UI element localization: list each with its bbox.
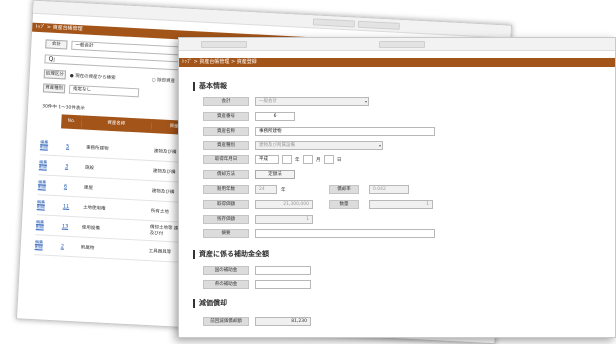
asset-register-window: ﾄｯﾌﾟ > 資産台帳管理 > 資産登録 基本情報 会計 一般会計 ▾ 資産番号… [178, 37, 616, 338]
remarks-label: 摘要 [203, 229, 249, 238]
breadcrumb: ﾄｯﾌﾟ > 資産台帳管理 > 資産登録 [179, 58, 615, 67]
radio-disposed-label: 除却資産 [156, 78, 176, 85]
month-unit: 月 [316, 158, 321, 163]
residual-value-input[interactable]: 1 [255, 215, 313, 224]
row-no[interactable]: 11 [63, 204, 70, 210]
header-blank [41, 113, 62, 129]
asset-type-select[interactable]: 建物及び附属設備 ▾ [255, 141, 383, 150]
row-edit-link[interactable]: 編集 削除 [37, 199, 50, 210]
radio-current-label: 現在の資産から検索 [74, 73, 116, 82]
row-category: 建物及び構 [152, 169, 176, 176]
shisan-shubetsu-value: 指定なし [72, 86, 92, 93]
toolbar-button[interactable] [357, 20, 400, 30]
depreciation-method-label: 償却方法 [203, 170, 249, 179]
row-no[interactable]: 2 [61, 243, 64, 249]
acquisition-price-label: 取得価額 [203, 200, 249, 209]
row-no[interactable]: 5 [66, 144, 69, 150]
prefecture-subsidy-input[interactable] [255, 280, 311, 289]
quantity-input[interactable]: 1 [369, 200, 433, 209]
chevron-down-icon: ▾ [364, 99, 367, 104]
row-category: 建物及び構 [151, 189, 175, 196]
toolbar-button[interactable] [201, 41, 247, 48]
useful-life-unit: 年 [281, 188, 286, 193]
search-cursor: | [53, 57, 55, 63]
radio-disposed[interactable]: ○ 除却資産 [152, 77, 176, 84]
acquisition-date-label: 取得年月日 [203, 155, 249, 164]
shori-kubun-label: 処理区分 [43, 69, 67, 80]
row-edit-link[interactable]: 編集 削除 [38, 179, 51, 190]
radio-current[interactable]: ● 現在の資産から検索 [70, 73, 116, 81]
asset-name-label: 資産名称 [203, 127, 249, 136]
depreciation-rate-label: 償却率 [329, 185, 359, 194]
prefecture-subsidy-label: 県の補助金 [203, 280, 249, 289]
row-no[interactable]: 3 [65, 164, 68, 170]
asset-number-input[interactable]: 6 [255, 112, 295, 121]
row-no[interactable]: 6 [64, 184, 67, 190]
shisan-shubetsu-label: 資産種別 [42, 83, 66, 94]
row-name: 附属物 [80, 245, 95, 252]
toolbar-button[interactable] [379, 41, 425, 48]
era-value: 平成 [259, 157, 268, 162]
row-name: 使用設備 [81, 225, 100, 232]
quantity-label: 数量 [329, 200, 359, 209]
residual-value-label: 残存価額 [203, 215, 249, 224]
remarks-input[interactable] [255, 229, 435, 238]
row-edit-link[interactable]: 編集 削除 [35, 239, 48, 250]
era-select[interactable]: 平成 [255, 155, 279, 164]
row-category: 所有土地 [150, 209, 169, 216]
row-category: 工具器具等 [148, 249, 172, 256]
prev-depreciation-input[interactable]: 81,230 [255, 317, 311, 326]
day-input[interactable] [324, 155, 334, 164]
chevron-down-icon: ▾ [378, 143, 381, 148]
section-subsidy: 資産に係る補助金全額 [193, 250, 269, 259]
row-name: 土地使用権 [82, 205, 106, 212]
shisan-shubetsu-select[interactable]: 指定なし [68, 84, 140, 98]
useful-life-label: 耐用年数 [203, 185, 249, 194]
front-window-toolbar [179, 38, 615, 51]
row-edit-link[interactable]: 編集 削除 [40, 139, 53, 150]
kaikei-value: 一般会計 [75, 42, 94, 49]
prev-depreciation-label: 前回減価償却額 [203, 317, 249, 326]
asset-type-value: 建物及び附属設備 [259, 143, 295, 148]
row-edit-link[interactable]: 編集 削除 [39, 159, 52, 170]
row-name: 建屋 [83, 185, 94, 192]
year-unit: 年 [295, 158, 300, 163]
month-input[interactable] [303, 155, 313, 164]
acquisition-price-input[interactable]: 21,300,000 [255, 200, 313, 209]
asset-number-label: 資産番号 [203, 112, 249, 121]
column-header-name[interactable]: 資産名称 [80, 115, 152, 134]
asset-name-input[interactable]: 事務所建物 [255, 127, 435, 136]
kaikei-label: 会計 [45, 39, 68, 50]
national-subsidy-label: 国の補助金 [203, 266, 249, 275]
useful-life-input[interactable]: 24 [255, 185, 277, 194]
year-input[interactable] [282, 155, 292, 164]
kaikei-value: 一般会計 [259, 99, 277, 104]
kaikei-select[interactable]: 一般会計 ▾ [255, 97, 369, 106]
column-header-no[interactable]: No. [61, 114, 82, 130]
day-unit: 日 [337, 158, 342, 163]
national-subsidy-input[interactable] [255, 266, 311, 275]
row-category: 建物及び構 [153, 149, 177, 156]
result-count: 30件中 1〜30件表示 [41, 104, 85, 112]
depreciation-method-button[interactable]: 定額法 [255, 170, 295, 179]
row-name: 事務所建物 [85, 145, 109, 152]
row-no[interactable]: 13 [62, 224, 69, 230]
kaikei-label: 会計 [203, 97, 249, 106]
section-basic-info: 基本情報 [193, 82, 227, 91]
row-edit-link[interactable]: 編集 削除 [36, 219, 49, 230]
toolbar-button[interactable] [312, 18, 356, 28]
section-depreciation: 減価償却 [193, 299, 227, 308]
asset-type-label: 資産種別 [203, 141, 249, 150]
depreciation-rate-input[interactable]: 0.042 [369, 185, 409, 194]
row-name: 施設 [84, 165, 95, 172]
